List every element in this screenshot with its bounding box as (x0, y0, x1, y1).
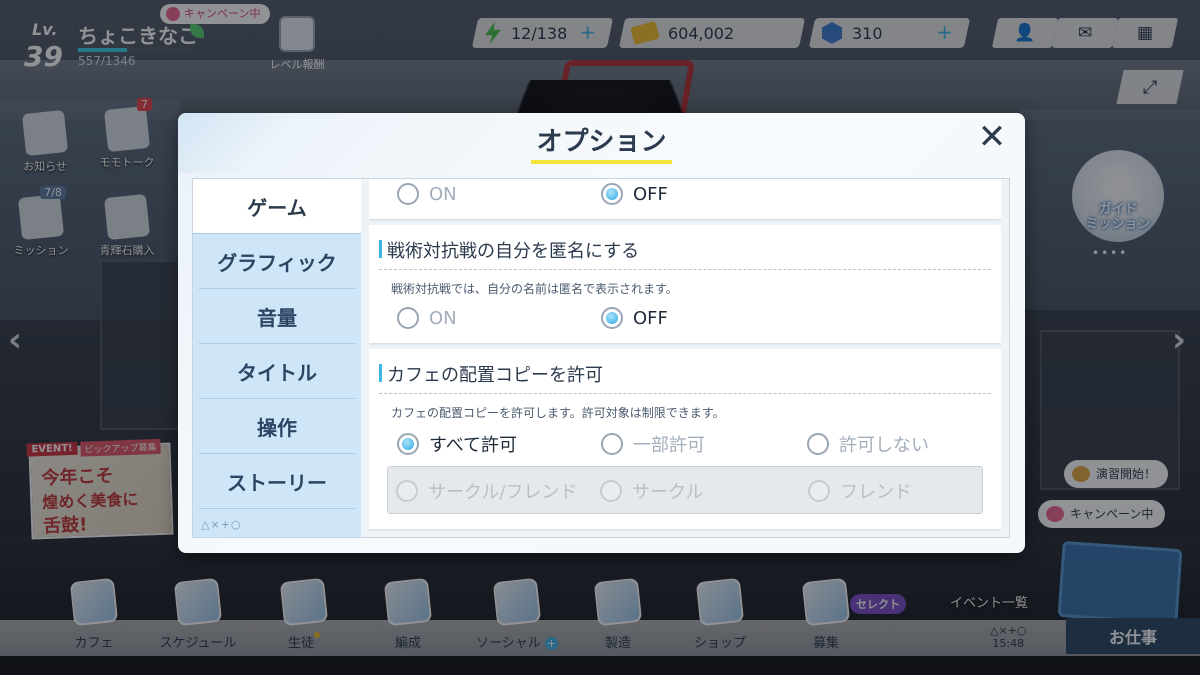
divider (379, 393, 991, 394)
radio-circle (397, 183, 419, 205)
setting-title: カフェの配置コピーを許可 (379, 361, 603, 387)
tab-footer-symbols: △×+○ (201, 518, 242, 531)
radio-on[interactable]: ON (397, 307, 457, 329)
radio-label: OFF (633, 183, 668, 205)
radio-off[interactable]: OFF (601, 307, 668, 329)
radio-circle-only: サークル (600, 478, 703, 504)
radio-allow-partial[interactable]: 一部許可 (601, 431, 705, 457)
divider (379, 269, 991, 270)
tab-game[interactable]: ゲーム (193, 179, 361, 234)
setting-title: 戦術対抗戦の自分を匿名にする (378, 237, 639, 263)
radio-label: 一部許可 (633, 435, 705, 456)
radio-circle (600, 480, 622, 502)
radio-circle (397, 433, 419, 455)
close-icon: ✕ (977, 117, 1007, 157)
radio-label: ON (429, 183, 457, 205)
radio-allow-none[interactable]: 許可しない (807, 431, 929, 457)
radio-on[interactable]: ON (397, 183, 457, 205)
partial-options-box: サークル/フレンド サークル フレンド (387, 466, 983, 514)
tab-story[interactable]: ストーリー (199, 454, 355, 509)
radio-label: サークル/フレンド (428, 482, 578, 503)
setting-card: ON OFF (369, 179, 1001, 219)
radio-circle (601, 433, 623, 455)
radio-label: ON (429, 307, 457, 329)
dialog-title: オプション (536, 127, 667, 157)
setting-card-cafe-copy: カフェの配置コピーを許可 カフェの配置コピーを許可します。許可対象は制限できます… (369, 349, 1001, 529)
options-panel: ゲーム グラフィック 音量 タイトル 操作 ストーリー △×+○ ON OFF (192, 178, 1010, 538)
radio-circle (396, 480, 418, 502)
options-tabs: ゲーム グラフィック 音量 タイトル 操作 ストーリー △×+○ (193, 179, 361, 537)
radio-circle (601, 307, 623, 329)
tab-volume[interactable]: 音量 (199, 289, 355, 344)
radio-label: フレンド (840, 482, 912, 503)
radio-friend-only: フレンド (808, 478, 912, 504)
radio-label: すべて許可 (429, 435, 518, 456)
tab-graphics[interactable]: グラフィック (199, 234, 355, 289)
tab-controls[interactable]: 操作 (199, 399, 355, 454)
setting-description: 戦術対抗戦では、自分の名前は匿名で表示されます。 (391, 282, 678, 296)
radio-label: 許可しない (839, 435, 929, 456)
radio-circle (807, 433, 829, 455)
settings-list[interactable]: ON OFF 戦術対抗戦の自分を匿名にする 戦術対抗戦では、自分の名前は匿名で表… (369, 179, 1001, 537)
radio-label: サークル (632, 482, 704, 503)
radio-circle-friend: サークル/フレンド (396, 478, 578, 504)
radio-label: OFF (633, 307, 668, 329)
tab-title[interactable]: タイトル (199, 344, 355, 399)
title-underline (531, 160, 672, 164)
close-button[interactable]: ✕ (974, 119, 1010, 155)
radio-circle (601, 183, 623, 205)
setting-card-anonymous: 戦術対抗戦の自分を匿名にする 戦術対抗戦では、自分の名前は匿名で表示されます。 … (369, 225, 1001, 343)
radio-off[interactable]: OFF (601, 183, 668, 205)
options-dialog: オプション ✕ ゲーム グラフィック 音量 タイトル 操作 ストーリー △×+○… (178, 113, 1025, 553)
setting-description: カフェの配置コピーを許可します。許可対象は制限できます。 (391, 406, 725, 420)
radio-circle (397, 307, 419, 329)
radio-circle (808, 480, 830, 502)
radio-allow-all[interactable]: すべて許可 (397, 431, 517, 457)
